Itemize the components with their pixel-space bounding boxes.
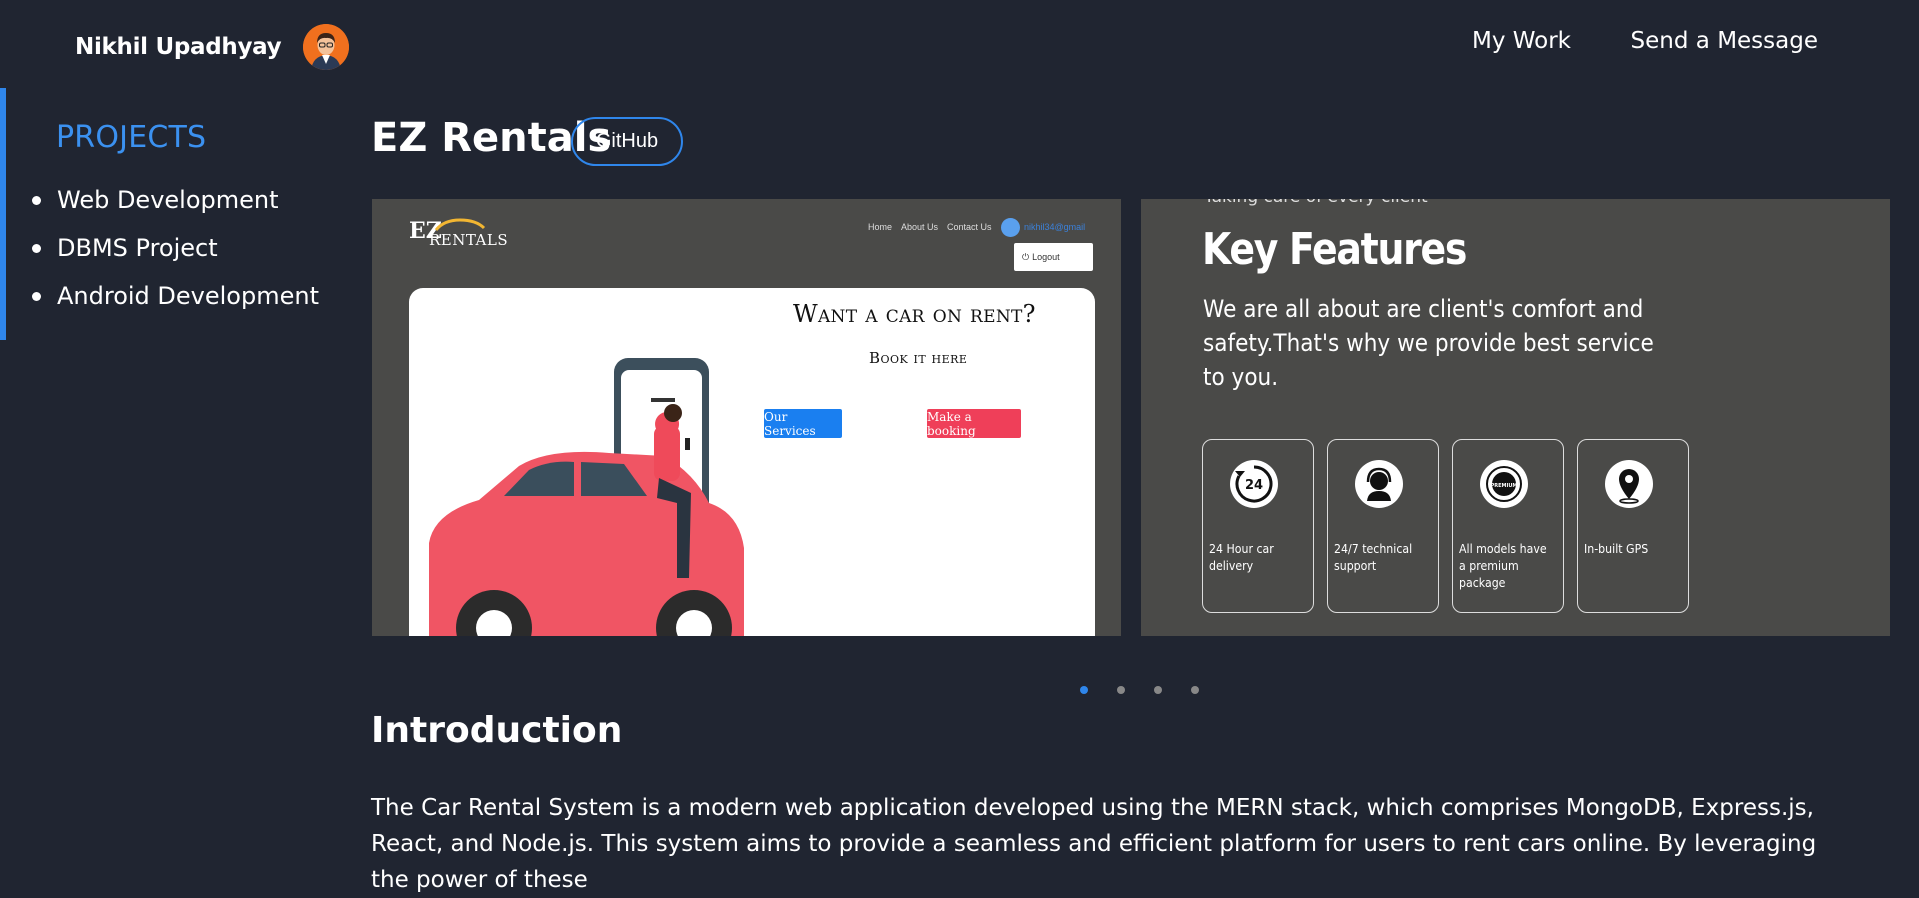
car-logo-icon xyxy=(434,218,486,231)
mock-nav-about: About Us xyxy=(901,222,939,232)
feature-card: 24/7 technical support xyxy=(1327,439,1439,613)
brand[interactable]: Nikhil Upadhyay xyxy=(75,24,350,70)
mock-features-heading: Key Features xyxy=(1202,224,1467,275)
sidebar-item-android-development[interactable]: Android Development xyxy=(32,272,319,320)
mock-top-text: Taking care of every client xyxy=(1204,199,1428,207)
sidebar-item-web-development[interactable]: Web Development xyxy=(32,176,319,224)
feature-card: In-built GPS xyxy=(1577,439,1689,613)
sidebar-list: Web Development DBMS Project Android Dev… xyxy=(32,176,319,320)
ez-logo-text: RENTALS xyxy=(429,231,509,249)
car-illustration xyxy=(429,358,744,636)
sidebar-item-label: DBMS Project xyxy=(57,234,218,262)
mock-nav-home: Home xyxy=(868,222,893,232)
mock-features-paragraph: We are all about are client's comfort an… xyxy=(1203,295,1654,391)
24-hour-icon: 24 xyxy=(1230,460,1278,508)
mock-hero-card xyxy=(409,288,1095,636)
map-pin-icon xyxy=(1605,460,1653,508)
projects-sidebar: PROJECTS Web Development DBMS Project An… xyxy=(0,88,326,340)
feature-label: In-built GPS xyxy=(1584,541,1649,556)
carousel-dot[interactable] xyxy=(1117,686,1125,694)
sidebar-title: PROJECTS xyxy=(56,120,207,155)
mock-headline: Want a car on rent? xyxy=(793,300,1036,328)
github-button[interactable]: GitHub xyxy=(571,117,683,166)
mock-subheadline: Book it here xyxy=(869,349,968,367)
carousel-slide-home[interactable]: EZ RENTALS Home About Us Contact Us nikh… xyxy=(372,199,1121,636)
power-icon: ⏻ xyxy=(1022,251,1030,262)
mock-our-services-button: Our Services xyxy=(764,409,842,438)
feature-label: All models have a premium package xyxy=(1459,541,1547,590)
mock-user-email: nikhil34@gmail xyxy=(1024,222,1086,232)
bullet-icon xyxy=(32,243,41,253)
headset-support-icon xyxy=(1355,460,1403,508)
bullet-icon xyxy=(32,291,41,301)
sidebar-item-label: Web Development xyxy=(57,186,279,214)
sidebar-item-dbms-project[interactable]: DBMS Project xyxy=(32,224,319,272)
bullet-icon xyxy=(32,195,41,205)
mock-make-booking-button: Make a booking xyxy=(927,409,1021,438)
carousel-dot[interactable] xyxy=(1154,686,1162,694)
nav-my-work[interactable]: My Work xyxy=(1472,28,1571,54)
mock-nav-contact: Contact Us xyxy=(947,222,992,232)
introduction-heading: Introduction xyxy=(371,710,623,751)
carousel-dot[interactable] xyxy=(1191,686,1199,694)
nav-send-message[interactable]: Send a Message xyxy=(1631,28,1818,54)
svg-text:PREMIUM: PREMIUM xyxy=(1491,483,1518,489)
carousel-slide-features[interactable]: Taking care of every client Key Features… xyxy=(1141,199,1890,636)
carousel-indicators xyxy=(1080,686,1199,694)
mock-logout-label: Logout xyxy=(1032,252,1060,262)
feature-label: 24 Hour car delivery xyxy=(1209,541,1274,573)
avatar xyxy=(303,24,350,70)
mock-user-icon xyxy=(1001,218,1020,237)
feature-card: PREMIUM All models have a premium packag… xyxy=(1452,439,1564,613)
mock-logout: ⏻ Logout xyxy=(1014,243,1093,271)
introduction-text: The Car Rental System is a modern web ap… xyxy=(371,795,1817,893)
svg-text:24: 24 xyxy=(1245,478,1263,493)
carousel-dot[interactable] xyxy=(1080,686,1088,694)
feature-card: 24 24 Hour car delivery xyxy=(1202,439,1314,613)
premium-badge-icon: PREMIUM xyxy=(1480,460,1528,508)
site-owner-name[interactable]: Nikhil Upadhyay xyxy=(75,34,282,60)
feature-label: 24/7 technical support xyxy=(1334,541,1413,573)
sidebar-item-label: Android Development xyxy=(57,282,319,310)
